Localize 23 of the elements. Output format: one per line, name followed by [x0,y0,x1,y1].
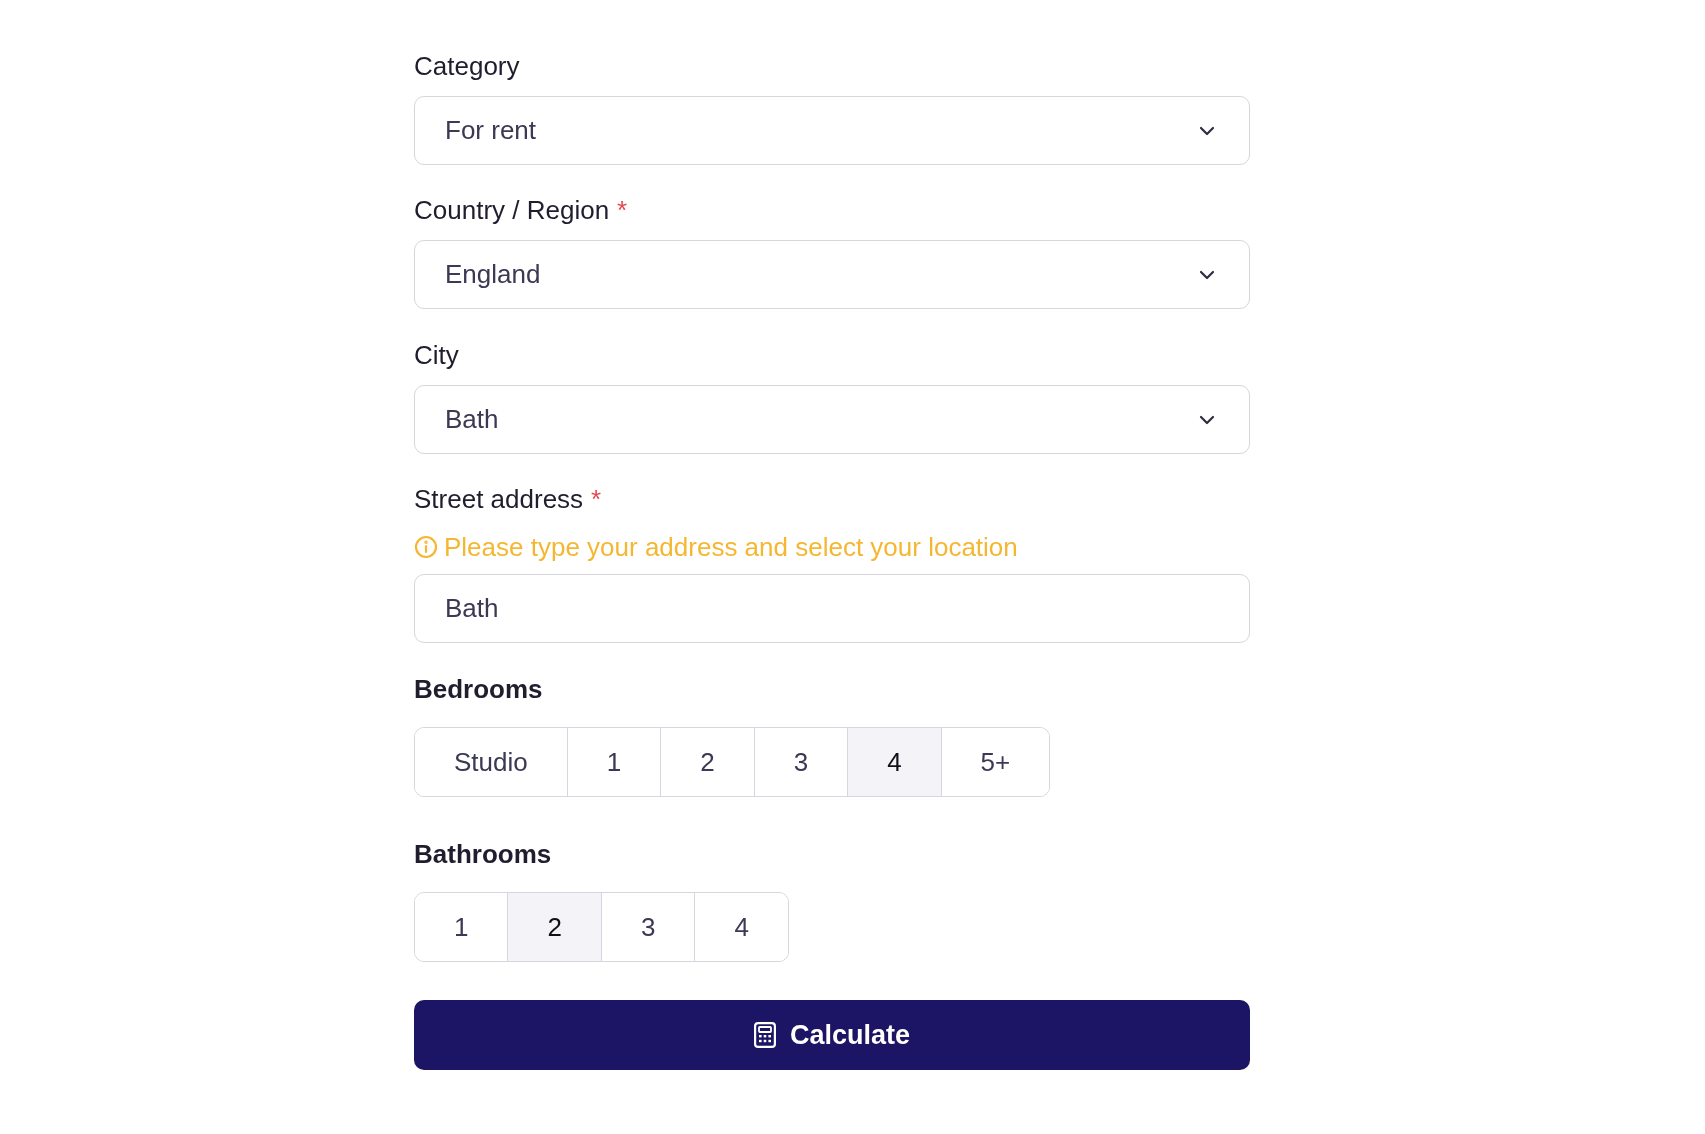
dropdown-field[interactable]: For rent [414,96,1250,165]
option-button[interactable]: 5+ [940,728,1050,796]
option-button[interactable]: 4 [847,728,941,796]
hint-text: Please type your address and select your location [444,531,1018,563]
text-field[interactable]: Bath [414,574,1250,643]
calculate-button[interactable]: Calculate [414,1000,1250,1070]
required-mark: * [591,483,602,515]
dropdown-field[interactable]: England [414,240,1250,309]
info-icon [414,535,438,559]
field-label: Category [414,50,520,82]
section-heading: Bedrooms [414,673,543,705]
field-label: Street address [414,483,584,515]
chevron-down-icon [1199,125,1215,136]
required-mark: * [617,194,628,226]
chevron-down-icon [1199,269,1215,280]
chevron-down-icon [1199,414,1215,425]
section-heading: Bathrooms [414,838,552,870]
option-button[interactable]: 4 [694,893,788,961]
field-label: Country / Region [414,194,610,226]
field-label: City [414,339,459,371]
calculator-icon [753,1022,776,1048]
option-button[interactable]: 2 [507,893,601,961]
dropdown-field[interactable]: Bath [414,385,1250,454]
